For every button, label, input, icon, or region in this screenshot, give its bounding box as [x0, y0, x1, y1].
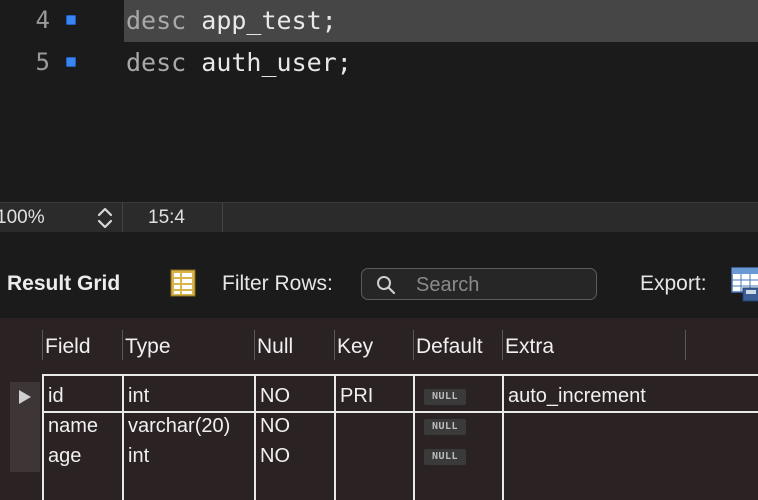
- cell-type[interactable]: int: [128, 385, 149, 408]
- cell-type[interactable]: int: [128, 445, 149, 468]
- result-toolbar: Result Grid Filter Rows: Export:: [0, 232, 758, 318]
- row-selector[interactable]: [10, 382, 40, 412]
- table-row[interactable]: age int NO NULL: [0, 442, 758, 472]
- current-row-arrow-icon: [19, 390, 31, 404]
- cell-null[interactable]: NO: [260, 415, 290, 438]
- editor-status-bar: 100% 15:4: [0, 202, 758, 234]
- status-divider: [222, 203, 223, 233]
- grid-line: [334, 374, 336, 500]
- filter-search-input[interactable]: [414, 272, 594, 298]
- result-grid-label: Result Grid: [7, 272, 121, 295]
- table-row[interactable]: name varchar(20) NO NULL: [0, 412, 758, 442]
- column-divider[interactable]: [334, 330, 335, 360]
- grid-line: [413, 374, 415, 500]
- column-header-type[interactable]: Type: [125, 335, 171, 359]
- grid-line: [122, 374, 124, 500]
- null-badge[interactable]: NULL: [424, 389, 466, 405]
- cell-key[interactable]: PRI: [340, 385, 373, 408]
- grid-line: [254, 374, 256, 500]
- code-line-4[interactable]: 4 desc app_test;: [0, 0, 758, 42]
- sql-editor[interactable]: 4 desc app_test; 5 desc auth_user;: [0, 0, 758, 202]
- zoom-level[interactable]: 100%: [0, 207, 45, 229]
- export-label: Export:: [640, 272, 707, 295]
- column-header-null[interactable]: Null: [257, 335, 293, 359]
- column-divider[interactable]: [254, 330, 255, 360]
- sql-keyword: desc: [126, 48, 187, 77]
- cell-field[interactable]: id: [48, 385, 64, 408]
- up-down-chevron-icon[interactable]: [94, 206, 116, 230]
- status-divider: [122, 203, 123, 233]
- statement-marker-icon[interactable]: [66, 57, 76, 67]
- magnifier-icon: [376, 275, 396, 295]
- grid-line: [42, 411, 758, 413]
- table-row[interactable]: id int NO PRI NULL auto_increment: [0, 382, 758, 412]
- cell-field[interactable]: age: [48, 445, 81, 468]
- sql-statement-rest: auth_user;: [186, 48, 352, 77]
- column-header-default[interactable]: Default: [416, 335, 483, 359]
- code-text[interactable]: desc auth_user;: [124, 42, 352, 84]
- line-number: 5: [35, 48, 50, 76]
- row-selector[interactable]: [10, 412, 40, 442]
- grid-header-row: Field Type Null Key Default Extra: [0, 318, 758, 374]
- null-badge[interactable]: NULL: [424, 449, 466, 465]
- cursor-position: 15:4: [148, 207, 185, 228]
- column-divider[interactable]: [413, 330, 414, 360]
- cell-type[interactable]: varchar(20): [128, 415, 230, 438]
- column-divider[interactable]: [685, 330, 686, 360]
- column-header-extra[interactable]: Extra: [505, 335, 554, 359]
- grid-line: [42, 374, 44, 500]
- grid-line: [502, 374, 504, 500]
- filter-rows-label: Filter Rows:: [222, 272, 333, 295]
- sql-statement-rest: app_test;: [186, 6, 337, 35]
- result-grid[interactable]: Field Type Null Key Default Extra id int…: [0, 318, 758, 500]
- column-header-field[interactable]: Field: [45, 335, 91, 359]
- filter-search-box[interactable]: [361, 268, 597, 300]
- code-line-5[interactable]: 5 desc auth_user;: [0, 42, 758, 84]
- cell-null[interactable]: NO: [260, 385, 290, 408]
- result-grid-icon[interactable]: [170, 269, 196, 297]
- cell-null[interactable]: NO: [260, 445, 290, 468]
- column-divider: [42, 330, 43, 360]
- code-text[interactable]: desc app_test;: [124, 0, 758, 42]
- row-selector[interactable]: [10, 442, 40, 472]
- statement-marker-icon[interactable]: [66, 15, 76, 25]
- line-number: 4: [35, 6, 50, 34]
- column-divider[interactable]: [502, 330, 503, 360]
- cell-extra[interactable]: auto_increment: [508, 385, 646, 408]
- null-badge[interactable]: NULL: [424, 419, 466, 435]
- cell-field[interactable]: name: [48, 415, 98, 438]
- column-divider[interactable]: [122, 330, 123, 360]
- grid-line: [42, 374, 758, 376]
- column-header-key[interactable]: Key: [337, 335, 373, 359]
- export-table-icon[interactable]: [731, 266, 758, 302]
- sql-keyword: desc: [126, 6, 187, 35]
